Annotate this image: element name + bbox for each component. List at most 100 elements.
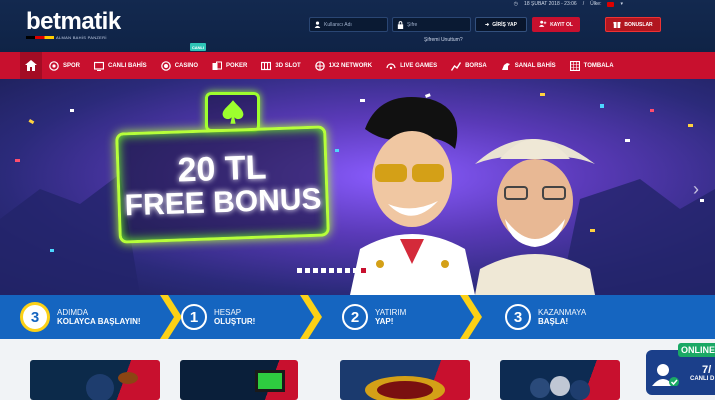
slider-dot[interactable] bbox=[345, 268, 350, 273]
chat-count: 7/ bbox=[702, 364, 712, 376]
nav-item-poker[interactable]: POKER bbox=[205, 52, 254, 79]
login-icon: ➜ bbox=[485, 21, 490, 28]
step-3: 3 KAZANMAYA BAŞLA! bbox=[505, 295, 586, 339]
football-player-illustration bbox=[86, 372, 138, 400]
poker-card[interactable] bbox=[500, 360, 620, 400]
password-field[interactable] bbox=[392, 17, 471, 32]
step-line2: YAP! bbox=[375, 317, 394, 326]
logo[interactable]: betmatik ALMAN BAHİS PANZERİ bbox=[26, 10, 121, 40]
slider-dot[interactable] bbox=[353, 268, 358, 273]
password-input[interactable] bbox=[407, 21, 463, 28]
step-line1: YATIRIM bbox=[375, 308, 407, 317]
soccer-icon bbox=[49, 60, 59, 71]
register-label: KAYIT OL bbox=[550, 21, 573, 28]
lock-icon bbox=[393, 18, 407, 31]
gift-icon bbox=[613, 20, 621, 30]
banner-headline: FREE BONUS bbox=[124, 182, 322, 222]
step-number: 2 bbox=[342, 304, 368, 330]
step-line2: KOLAYCA BAŞLAYIN! bbox=[57, 317, 141, 326]
nav-item-live-games[interactable]: LIVE GAMES bbox=[379, 52, 444, 79]
nav-item-label: CANLI BAHİS bbox=[108, 62, 147, 69]
page: betmatik ALMAN BAHİS PANZERİ ◷ 18 ŞUBAT … bbox=[0, 0, 715, 400]
logo-flag-stripe bbox=[26, 36, 54, 39]
step-1: 1 HESAP OLUŞTUR! bbox=[181, 295, 255, 339]
spade-sign bbox=[205, 92, 260, 132]
country-label: Ülke: bbox=[590, 1, 602, 7]
elvis-character-illustration bbox=[350, 97, 475, 295]
live-support-widget[interactable]: ONLINE 7/ CANLI D bbox=[646, 340, 715, 395]
step-line1: ADIMDA bbox=[57, 308, 89, 317]
register-button[interactable]: KAYIT OL bbox=[532, 17, 580, 32]
promo-banner[interactable]: 20 TL FREE BONUS › bbox=[0, 79, 715, 295]
step-number: 3 bbox=[20, 302, 50, 332]
support-agents-icon bbox=[652, 364, 679, 386]
nav-item-label: LIVE GAMES bbox=[400, 62, 438, 69]
casino-card[interactable] bbox=[340, 360, 470, 400]
nav-item-label: SANAL BAHİS bbox=[514, 62, 556, 69]
roulette-illustration bbox=[365, 376, 445, 400]
nav-item-label: SPOR bbox=[63, 62, 81, 69]
spade-icon bbox=[222, 100, 243, 124]
step-2: 2 YATIRIM YAP! bbox=[342, 295, 406, 339]
poker-chips-illustration bbox=[530, 376, 590, 400]
step-line1: HESAP bbox=[214, 308, 242, 317]
login-label: GİRİŞ YAP bbox=[492, 21, 517, 28]
turkey-flag-icon[interactable] bbox=[607, 1, 615, 7]
nav-item-3d-slot[interactable]: 3D SLOT bbox=[254, 52, 307, 79]
chat-label: CANLI D bbox=[690, 376, 715, 382]
slider-dots bbox=[297, 268, 366, 273]
main-nav: SPOR CANLI BAHİS CASINO POKER 3D SLOT 1X2 NET… bbox=[0, 52, 715, 79]
slider-dot[interactable] bbox=[305, 268, 310, 273]
bonus-button[interactable]: BONUSLAR bbox=[605, 17, 661, 32]
date-country-strip: ◷ 18 ŞUBAT 2018 - 23:06 / Ülke: ▾ bbox=[514, 0, 623, 8]
username-field[interactable] bbox=[309, 17, 388, 32]
header: betmatik ALMAN BAHİS PANZERİ ◷ 18 ŞUBAT … bbox=[0, 0, 715, 52]
neon-sign: 20 TL FREE BONUS bbox=[115, 125, 330, 244]
live-icon bbox=[386, 62, 396, 69]
nav-item-sanal-bahi-s[interactable]: SANAL BAHİS bbox=[494, 52, 563, 79]
home-icon bbox=[25, 60, 37, 71]
step-chevron-icon bbox=[460, 295, 482, 339]
sports-card[interactable] bbox=[30, 360, 160, 400]
nav-item-borsa[interactable]: BORSA bbox=[444, 52, 494, 79]
username-input[interactable] bbox=[324, 21, 380, 28]
next-slide-chevron-icon[interactable]: › bbox=[693, 179, 699, 200]
home-button[interactable] bbox=[20, 52, 42, 79]
tv-screen-illustration bbox=[255, 370, 285, 392]
live-betting-card[interactable] bbox=[180, 360, 298, 400]
user-icon bbox=[310, 18, 324, 31]
nav-item-spor[interactable]: SPOR bbox=[42, 52, 87, 79]
slider-dot[interactable] bbox=[321, 268, 326, 273]
step-line1: KAZANMAYA bbox=[538, 308, 587, 317]
nav-item-1x2-network[interactable]: 1X2 NETWORK bbox=[308, 52, 379, 79]
step-text: YATIRIM YAP! bbox=[375, 308, 406, 326]
online-status-badge: ONLINE bbox=[678, 343, 715, 357]
step-chevron-icon bbox=[300, 295, 322, 339]
slider-dot[interactable] bbox=[337, 268, 342, 273]
datetime: 18 ŞUBAT 2018 - 23:06 bbox=[524, 1, 577, 7]
step-text: ADIMDA KOLAYCA BAŞLAYIN! bbox=[57, 308, 141, 326]
slider-dot[interactable] bbox=[329, 268, 334, 273]
slider-dot[interactable] bbox=[361, 268, 366, 273]
nav-item-tombala[interactable]: TOMBALA bbox=[563, 52, 621, 79]
chip-icon bbox=[160, 60, 171, 71]
slider-dot[interactable] bbox=[313, 268, 318, 273]
login-button[interactable]: ➜ GİRİŞ YAP bbox=[475, 17, 527, 32]
step-line2: OLUŞTUR! bbox=[214, 317, 256, 326]
bonus-label: BONUSLAR bbox=[624, 21, 653, 28]
slider-dot[interactable] bbox=[297, 268, 302, 273]
nav-item-canli-bahi-s[interactable]: CANLI BAHİS bbox=[87, 52, 154, 79]
chevron-down-icon[interactable]: ▾ bbox=[620, 1, 623, 7]
nav-item-label: TOMBALA bbox=[583, 62, 614, 69]
add-user-icon bbox=[539, 20, 547, 29]
live-tag: CANLI bbox=[190, 43, 206, 51]
nav-item-label: 3D SLOT bbox=[275, 62, 301, 69]
slot-icon bbox=[261, 61, 272, 70]
clock-icon: ◷ bbox=[513, 1, 519, 7]
step-number: 3 bbox=[505, 304, 531, 330]
chart-icon bbox=[451, 61, 462, 71]
horse-icon bbox=[501, 62, 510, 70]
nav-item-casino[interactable]: CASINO bbox=[154, 52, 205, 79]
forgot-password-link[interactable]: Şifremi Unuttum? bbox=[424, 37, 463, 43]
nav-item-label: BORSA bbox=[465, 62, 487, 69]
